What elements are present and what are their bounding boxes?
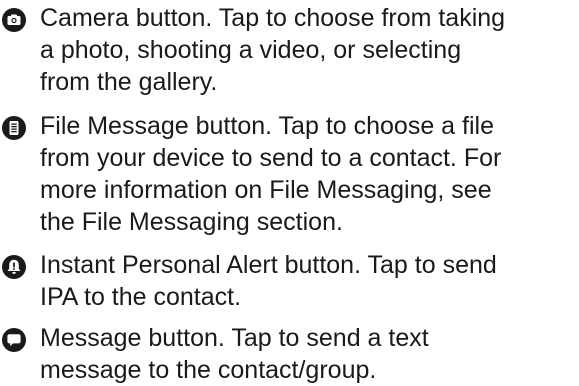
camera-description: Camera button. Tap to choose from taking… — [40, 2, 576, 98]
description-line: Instant Personal Alert button. Tap to se… — [40, 251, 497, 279]
description-line: more information on File Messaging, see — [40, 176, 492, 204]
document-icon — [2, 116, 26, 140]
message-description: Message button. Tap to send a text messa… — [40, 322, 576, 386]
camera-icon — [2, 8, 26, 32]
description-line: IPA to the contact. — [40, 283, 242, 311]
description-line: File Message button. Tap to choose a fil… — [40, 112, 494, 140]
speech-bubble-icon — [2, 328, 26, 352]
alert-icon — [2, 255, 26, 279]
description-line: from the gallery. — [40, 68, 218, 96]
description-line: the File Messaging section. — [40, 208, 343, 236]
instant-personal-alert-description: Instant Personal Alert button. Tap to se… — [40, 249, 576, 313]
button-descriptions-list: Camera button. Tap to choose from taking… — [0, 0, 579, 386]
description-line: a photo, shooting a video, or selecting — [40, 36, 462, 64]
description-line: Message button. Tap to send a text — [40, 324, 429, 352]
file-message-description: File Message button. Tap to choose a fil… — [40, 110, 576, 238]
description-line: message to the contact/group. — [40, 356, 377, 384]
description-line: Camera button. Tap to choose from taking — [40, 4, 506, 32]
description-line: from your device to send to a contact. F… — [40, 144, 502, 172]
